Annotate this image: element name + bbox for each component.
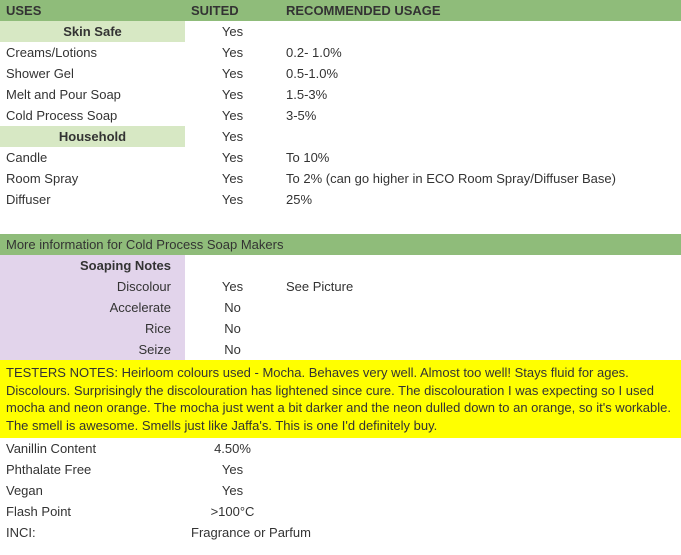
- cold-process-header: More information for Cold Process Soap M…: [0, 234, 681, 255]
- soaping-val: Yes: [185, 276, 280, 297]
- soaping-row-rice: Rice No: [0, 318, 681, 339]
- prop-row-flash: Flash Point >100°C: [0, 501, 681, 522]
- prop-val: Yes: [185, 480, 280, 501]
- use-suited: Yes: [185, 63, 280, 84]
- soaping-notes-header-row: Soaping Notes: [0, 255, 681, 276]
- prop-val: >100°C: [185, 501, 280, 522]
- prop-label: Phthalate Free: [0, 459, 185, 480]
- soaping-label: Discolour: [0, 276, 185, 297]
- use-suited: Yes: [185, 189, 280, 210]
- use-name: Creams/Lotions: [0, 42, 185, 63]
- header-suited: SUITED: [185, 0, 280, 21]
- use-rec: 25%: [280, 189, 681, 210]
- use-rec: 1.5-3%: [280, 84, 681, 105]
- use-row-creams: Creams/Lotions Yes 0.2- 1.0%: [0, 42, 681, 63]
- use-name: Room Spray: [0, 168, 185, 189]
- soaping-row-discolour: Discolour Yes See Picture: [0, 276, 681, 297]
- soaping-label: Accelerate: [0, 297, 185, 318]
- use-rec: 3-5%: [280, 105, 681, 126]
- table-header-row: USES SUITED RECOMMENDED USAGE: [0, 0, 681, 21]
- usage-table: USES SUITED RECOMMENDED USAGE Skin Safe …: [0, 0, 681, 543]
- prop-val: 4.50%: [185, 438, 280, 459]
- use-row-roomspray: Room Spray Yes To 2% (can go higher in E…: [0, 168, 681, 189]
- prop-label: Vanillin Content: [0, 438, 185, 459]
- section-label-skin-safe: Skin Safe: [0, 21, 185, 42]
- use-suited: Yes: [185, 147, 280, 168]
- section-row-skin-safe: Skin Safe Yes: [0, 21, 681, 42]
- prop-row-phthalate: Phthalate Free Yes: [0, 459, 681, 480]
- use-name: Candle: [0, 147, 185, 168]
- skin-safe-suited: Yes: [185, 21, 280, 42]
- soaping-val: No: [185, 318, 280, 339]
- use-name: Diffuser: [0, 189, 185, 210]
- use-suited: Yes: [185, 168, 280, 189]
- soaping-note: See Picture: [280, 276, 681, 297]
- use-row-candle: Candle Yes To 10%: [0, 147, 681, 168]
- soaping-label: Seize: [0, 339, 185, 360]
- spacer: [0, 210, 681, 234]
- soaping-row-accelerate: Accelerate No: [0, 297, 681, 318]
- soaping-val: No: [185, 339, 280, 360]
- section-row-household: Household Yes: [0, 126, 681, 147]
- prop-val: Yes: [185, 459, 280, 480]
- use-row-diffuser: Diffuser Yes 25%: [0, 189, 681, 210]
- use-name: Melt and Pour Soap: [0, 84, 185, 105]
- soaping-notes-label: Soaping Notes: [0, 255, 185, 276]
- prop-label: Vegan: [0, 480, 185, 501]
- use-row-shower: Shower Gel Yes 0.5-1.0%: [0, 63, 681, 84]
- header-recommended: RECOMMENDED USAGE: [280, 0, 681, 21]
- use-rec: 0.2- 1.0%: [280, 42, 681, 63]
- use-suited: Yes: [185, 84, 280, 105]
- soaping-val: No: [185, 297, 280, 318]
- soaping-row-seize: Seize No: [0, 339, 681, 360]
- use-rec: To 2% (can go higher in ECO Room Spray/D…: [280, 168, 681, 189]
- prop-label: Flash Point: [0, 501, 185, 522]
- prop-label: INCI:: [0, 522, 185, 543]
- tester-notes-row: TESTERS NOTES: Heirloom colours used - M…: [0, 360, 681, 438]
- prop-val: Fragrance or Parfum: [185, 522, 681, 543]
- cold-process-header-row: More information for Cold Process Soap M…: [0, 234, 681, 255]
- use-suited: Yes: [185, 105, 280, 126]
- use-row-coldproc: Cold Process Soap Yes 3-5%: [0, 105, 681, 126]
- use-suited: Yes: [185, 42, 280, 63]
- tester-notes: TESTERS NOTES: Heirloom colours used - M…: [0, 360, 681, 438]
- use-row-meltpour: Melt and Pour Soap Yes 1.5-3%: [0, 84, 681, 105]
- section-label-household: Household: [0, 126, 185, 147]
- use-name: Cold Process Soap: [0, 105, 185, 126]
- household-suited: Yes: [185, 126, 280, 147]
- use-rec: 0.5-1.0%: [280, 63, 681, 84]
- soaping-label: Rice: [0, 318, 185, 339]
- prop-row-inci: INCI: Fragrance or Parfum: [0, 522, 681, 543]
- use-name: Shower Gel: [0, 63, 185, 84]
- header-uses: USES: [0, 0, 185, 21]
- prop-row-vanillin: Vanillin Content 4.50%: [0, 438, 681, 459]
- prop-row-vegan: Vegan Yes: [0, 480, 681, 501]
- use-rec: To 10%: [280, 147, 681, 168]
